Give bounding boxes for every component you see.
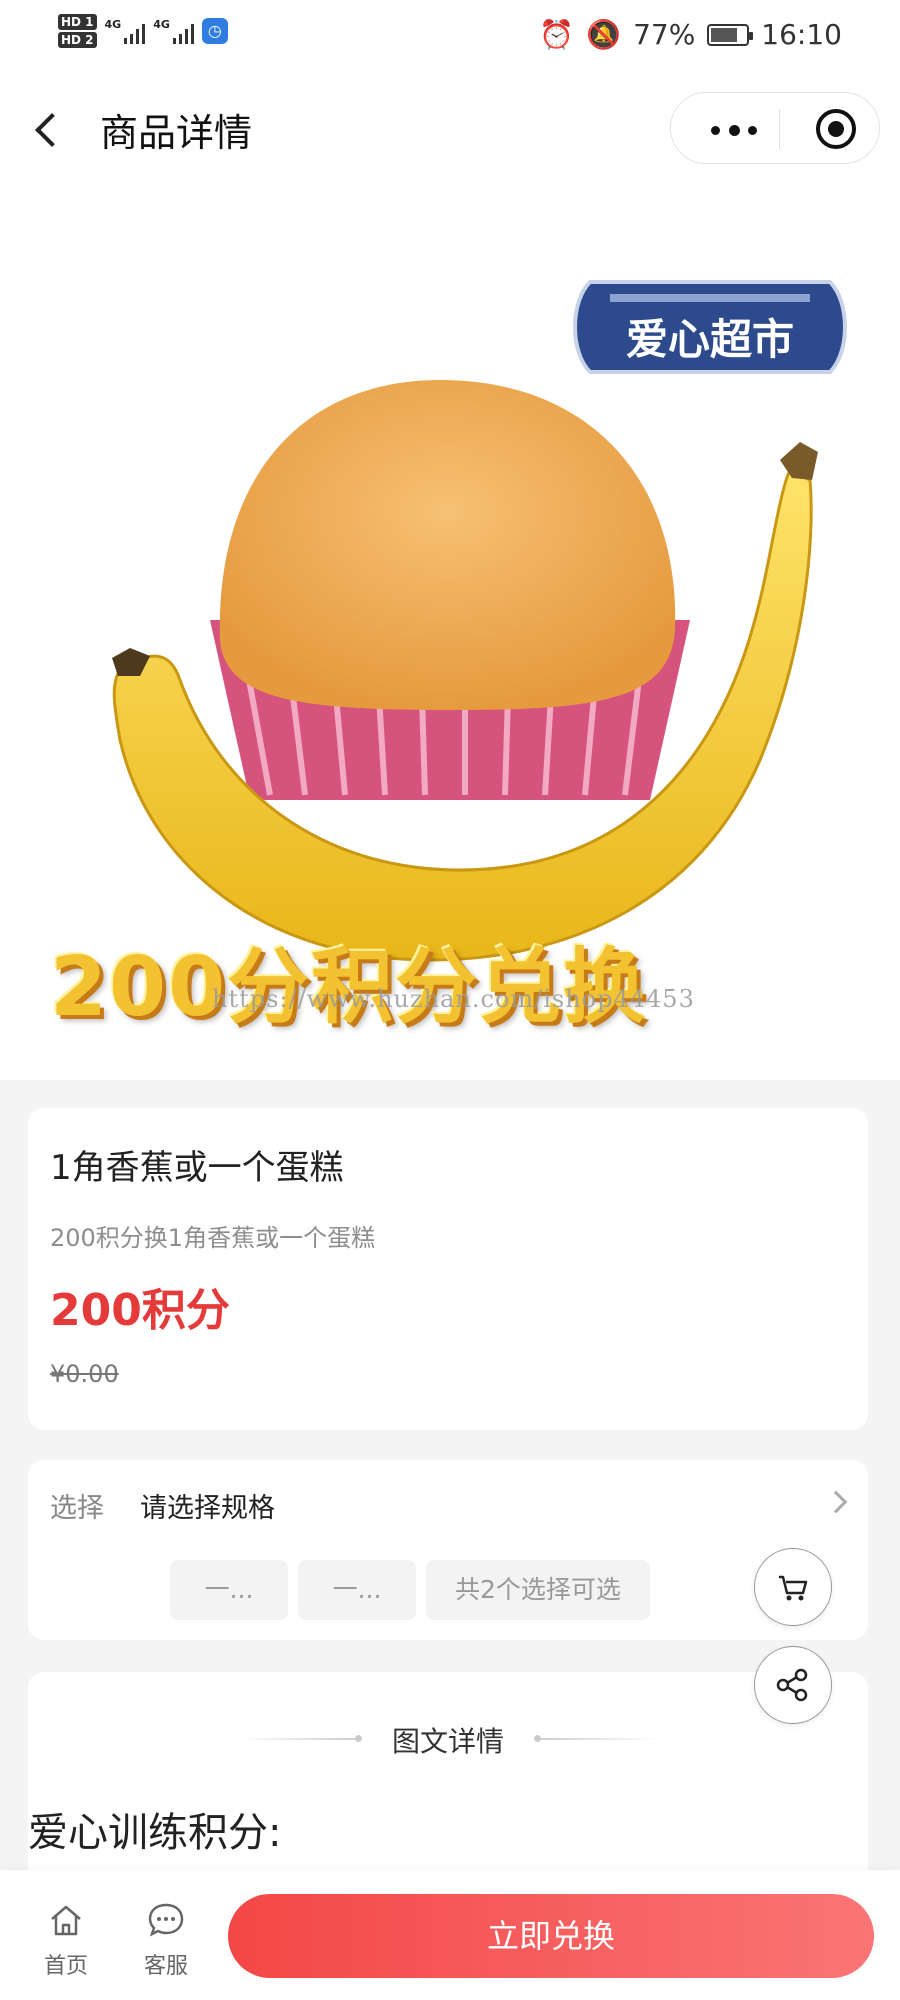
- product-image[interactable]: 爱心超市 200分积分兑换 https://www.huzhan.com/ish…: [0, 180, 900, 1080]
- status-bar: HD 1 HD 2 4G 4G ◷ ⏰ 🔕 77% 16:10: [0, 0, 900, 80]
- spec-chip-1[interactable]: 一...: [170, 1560, 288, 1620]
- customer-service-tab[interactable]: 客服: [126, 1900, 206, 1980]
- detail-section-title: 图文详情: [391, 1725, 504, 1758]
- network-2-label: 4G: [153, 18, 170, 31]
- sim1-label: HD 1: [58, 14, 97, 30]
- detail-body-text: 爱心训练积分:: [28, 1810, 282, 1856]
- banana-stem: [780, 442, 818, 480]
- cupcake-top: [219, 380, 676, 710]
- app-notification-icon: ◷: [201, 18, 228, 44]
- spec-chip-count[interactable]: 共2个选择可选: [426, 1560, 650, 1620]
- status-right: ⏰ 🔕 77% 16:10: [539, 18, 842, 51]
- page-title: 商品详情: [100, 111, 253, 155]
- signal-2-icon: 4G: [153, 18, 194, 44]
- chevron-right-icon[interactable]: [824, 1490, 848, 1514]
- chat-bubble-icon: [148, 1903, 184, 1937]
- product-info-card: 1角香蕉或一个蛋糕 200积分换1角香蕉或一个蛋糕 200积分 ¥0.00: [28, 1108, 868, 1430]
- points-overlay-text: 200分积分兑换: [50, 940, 648, 1035]
- share-icon: [776, 1668, 808, 1702]
- bottom-action-bar: 首页 客服 立即兑换: [0, 1870, 900, 2000]
- redeem-now-button[interactable]: 立即兑换: [228, 1894, 874, 1978]
- watermark-text: https://www.huzhan.com/ishop44453: [212, 985, 695, 1013]
- product-original-price: ¥0.00: [50, 1360, 119, 1388]
- navigation-bar: 商品详情: [0, 80, 900, 180]
- back-arrow-icon[interactable]: [30, 104, 70, 154]
- network-1-label: 4G: [104, 18, 122, 31]
- sim2-label: HD 2: [58, 32, 97, 48]
- shop-sign-text: 爱心超市: [626, 315, 794, 364]
- share-button[interactable]: [754, 1646, 832, 1724]
- customer-service-label: 客服: [143, 1954, 188, 1979]
- home-tab-label: 首页: [43, 1954, 88, 1979]
- product-points-price: 200积分: [50, 1285, 230, 1336]
- spec-value[interactable]: 请选择规格: [140, 1486, 275, 1525]
- spec-selector-card[interactable]: 选择 请选择规格 一... 一... 共2个选择可选: [28, 1460, 868, 1640]
- divider-right: [534, 1735, 658, 1742]
- clock: 16:10: [761, 18, 842, 51]
- capsule-divider: [779, 109, 780, 149]
- battery-percent: 77%: [633, 18, 696, 51]
- alarm-icon: ⏰: [539, 18, 575, 51]
- cart-button[interactable]: [754, 1548, 832, 1626]
- shop-sign-logo: 爱心超市: [573, 280, 847, 374]
- cart-icon: [779, 1575, 808, 1601]
- spec-chip-2[interactable]: 一...: [298, 1560, 416, 1620]
- home-icon: [51, 1905, 81, 1936]
- home-tab[interactable]: 首页: [26, 1900, 106, 1980]
- detail-card: 图文详情 爱心训练积分:: [28, 1672, 868, 1892]
- status-left: HD 1 HD 2 4G 4G ◷: [58, 14, 228, 48]
- spec-label: 选择: [50, 1493, 104, 1524]
- product-description: 200积分换1角香蕉或一个蛋糕: [50, 1224, 376, 1252]
- signal-1-icon: 4G: [105, 18, 146, 44]
- battery-icon: [707, 23, 754, 46]
- product-name: 1角香蕉或一个蛋糕: [50, 1148, 344, 1188]
- mini-program-capsule: [670, 92, 880, 164]
- detail-header: 图文详情: [28, 1720, 868, 1760]
- sim-indicators: HD 1 HD 2: [58, 14, 97, 48]
- mute-bell-icon: 🔕: [586, 18, 622, 51]
- more-menu-icon[interactable]: [701, 113, 767, 145]
- close-miniprogram-icon[interactable]: [816, 109, 856, 149]
